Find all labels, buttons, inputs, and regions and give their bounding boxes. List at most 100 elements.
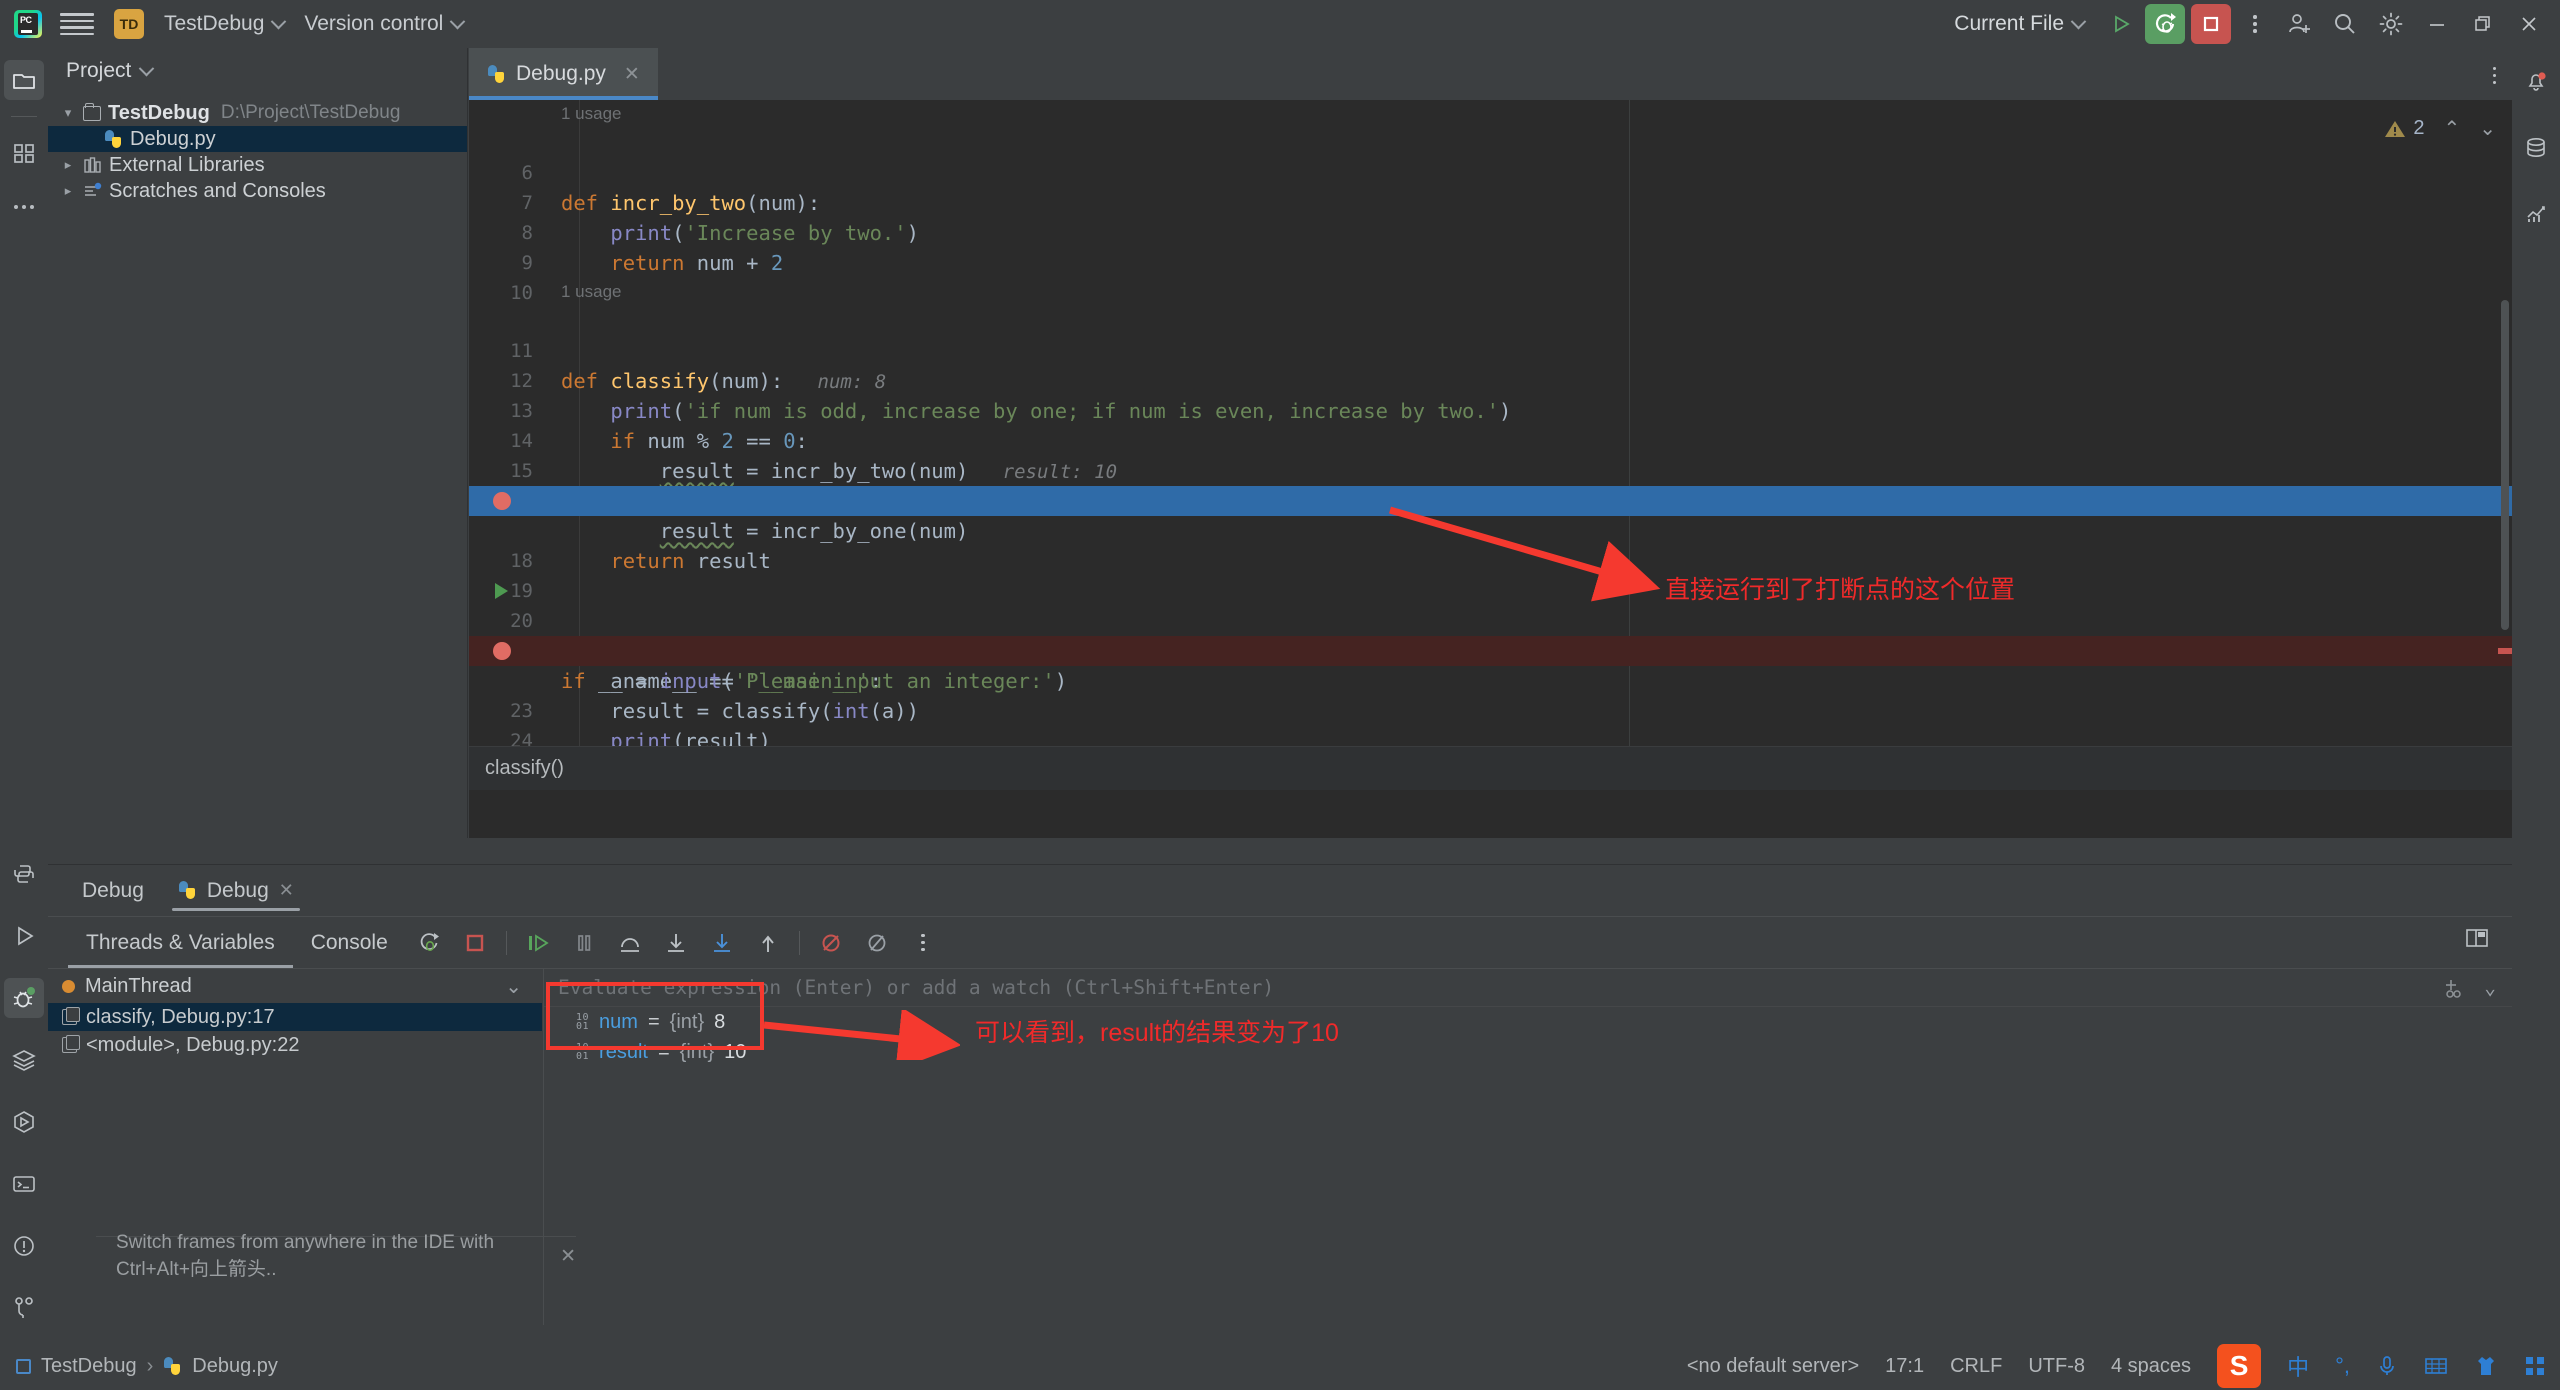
stack-frame-icon	[62, 1035, 80, 1053]
add-watch-icon[interactable]	[2442, 977, 2466, 999]
layout-settings-icon[interactable]	[2464, 925, 2490, 951]
breakpoint-icon[interactable]	[493, 642, 511, 660]
project-panel-header[interactable]: Project	[48, 48, 467, 94]
search-icon[interactable]	[2322, 0, 2368, 48]
step-over-icon[interactable]	[611, 924, 649, 962]
code-line-23: 23 print(result)	[469, 666, 2512, 753]
debug-tab-primary[interactable]: Debug	[68, 867, 158, 915]
breadcrumb-label: classify()	[485, 757, 564, 779]
close-icon[interactable]: ✕	[560, 1245, 576, 1268]
variable-row-result[interactable]: 10 01 result = {int} 10	[544, 1037, 2512, 1067]
debug-button[interactable]	[2145, 4, 2185, 44]
chevron-down-icon[interactable]: ▾	[60, 105, 76, 121]
inspection-widget[interactable]: 2 ⌃ ⌄	[2384, 116, 2496, 141]
chevron-down-icon[interactable]	[139, 60, 155, 76]
keyboard-icon[interactable]	[2424, 1356, 2448, 1376]
chevron-right-icon[interactable]: ▸	[60, 183, 76, 199]
mute-breakpoints-icon[interactable]	[812, 924, 850, 962]
usage-hint-2: 1 usage	[469, 278, 2512, 306]
version-control-icon[interactable]	[4, 1288, 44, 1328]
breadcrumb[interactable]: classify()	[469, 746, 2512, 790]
run-button[interactable]	[2100, 3, 2142, 45]
add-user-icon[interactable]	[2276, 0, 2322, 48]
usage-label: 1 usage	[561, 282, 622, 301]
more-dots-icon[interactable]	[4, 187, 44, 227]
more-options-icon[interactable]	[904, 924, 942, 962]
run-gutter-icon[interactable]	[495, 583, 508, 599]
python-packages-icon[interactable]	[4, 854, 44, 894]
apps-grid-icon[interactable]	[2524, 1355, 2546, 1377]
plugins-icon[interactable]	[4, 1102, 44, 1142]
more-run-options-icon[interactable]	[2234, 3, 2276, 45]
database-icon[interactable]	[2516, 128, 2556, 168]
rail-divider	[11, 116, 37, 117]
status-line-separator[interactable]: CRLF	[1950, 1355, 2002, 1378]
close-icon[interactable]	[2506, 0, 2552, 48]
rerun-debug-icon[interactable]	[410, 924, 448, 962]
terminal-icon[interactable]	[4, 1164, 44, 1204]
frame-row[interactable]: classify, Debug.py:17	[48, 1003, 542, 1031]
services-icon[interactable]	[4, 1040, 44, 1080]
run-icon[interactable]	[4, 916, 44, 956]
tab-console[interactable]: Console	[293, 918, 406, 968]
ime-mode-chinese[interactable]: 中	[2287, 1350, 2309, 1382]
version-control-menu[interactable]: Version control	[294, 8, 473, 40]
status-caret-position[interactable]: 17:1	[1885, 1355, 1924, 1378]
evaluate-expression-input[interactable]: Evaluate expression (Enter) or add a wat…	[544, 969, 2512, 1007]
tree-item-testdebug[interactable]: ▾ TestDebug D:\Project\TestDebug	[48, 100, 467, 126]
run-configuration-selector[interactable]: Current File	[1954, 12, 2087, 36]
force-step-into-icon[interactable]	[703, 924, 741, 962]
chevron-up-icon[interactable]: ⌃	[2443, 116, 2460, 141]
step-into-icon[interactable]	[657, 924, 695, 962]
frame-row[interactable]: <module>, Debug.py:22	[48, 1031, 542, 1059]
tree-item-scratches[interactable]: ▸ Scratches and Consoles	[48, 178, 467, 204]
tree-item-debug-py[interactable]: Debug.py	[48, 126, 467, 152]
stop-icon[interactable]	[456, 924, 494, 962]
gear-icon[interactable]	[2368, 0, 2414, 48]
pause-program-icon[interactable]	[565, 924, 603, 962]
thread-running-icon	[62, 979, 75, 993]
close-icon[interactable]: ✕	[624, 63, 640, 86]
scrollbar-thumb[interactable]	[2501, 300, 2509, 630]
view-breakpoints-icon[interactable]	[858, 924, 896, 962]
status-server[interactable]: <no default server>	[1687, 1355, 1859, 1378]
skin-icon[interactable]	[2474, 1355, 2498, 1377]
editor-scrollbar[interactable]	[2498, 100, 2512, 790]
close-icon[interactable]: ✕	[279, 880, 294, 901]
breakpoint-icon[interactable]	[493, 492, 511, 510]
editor-tab-bar: Debug.py ✕	[469, 48, 2512, 100]
problems-icon[interactable]	[4, 1226, 44, 1266]
microphone-icon[interactable]	[2376, 1354, 2398, 1378]
notifications-bell-icon[interactable]	[2516, 62, 2556, 102]
tab-threads-and-variables[interactable]: Threads & Variables	[68, 918, 293, 968]
stop-button[interactable]	[2191, 4, 2231, 44]
variable-row-num[interactable]: 10 01 num = {int} 8	[544, 1007, 2512, 1037]
restore-window-icon[interactable]	[2460, 0, 2506, 48]
editor-options-icon[interactable]	[2492, 66, 2496, 84]
tree-item-external-libraries[interactable]: ▸ External Libraries	[48, 152, 467, 178]
chevron-down-icon[interactable]: ⌄	[505, 974, 522, 999]
code-editor[interactable]: 1 usage 6 def incr_by_two(num): 7 print(…	[469, 100, 2512, 790]
chevron-down-icon[interactable]: ⌄	[2479, 116, 2496, 141]
debug-icon[interactable]	[4, 978, 44, 1018]
sogou-ime-logo-icon[interactable]: S	[2217, 1344, 2262, 1388]
thread-selector[interactable]: MainThread ⌄	[48, 969, 542, 1003]
minimize-icon[interactable]	[2414, 0, 2460, 48]
project-selector[interactable]: TestDebug	[154, 8, 294, 40]
step-out-icon[interactable]	[749, 924, 787, 962]
status-encoding[interactable]: UTF-8	[2028, 1355, 2085, 1378]
debug-tab-session[interactable]: Debug ✕	[164, 867, 308, 915]
project-folder-icon[interactable]	[4, 60, 44, 100]
structure-icon[interactable]	[4, 133, 44, 173]
chevron-down-icon[interactable]: ⌄	[2484, 976, 2496, 999]
status-indent[interactable]: 4 spaces	[2111, 1355, 2191, 1378]
ime-punctuation-mode[interactable]: °,	[2335, 1353, 2350, 1379]
resume-program-icon[interactable]	[519, 924, 557, 962]
profiler-chart-icon[interactable]	[2516, 194, 2556, 234]
status-file[interactable]: Debug.py	[192, 1355, 278, 1378]
hamburger-menu-icon[interactable]	[60, 9, 94, 39]
warning-count: 2	[2413, 117, 2425, 139]
chevron-right-icon[interactable]: ▸	[60, 157, 76, 173]
status-project[interactable]: TestDebug	[41, 1355, 137, 1378]
editor-tab-debug-py[interactable]: Debug.py ✕	[469, 48, 658, 100]
